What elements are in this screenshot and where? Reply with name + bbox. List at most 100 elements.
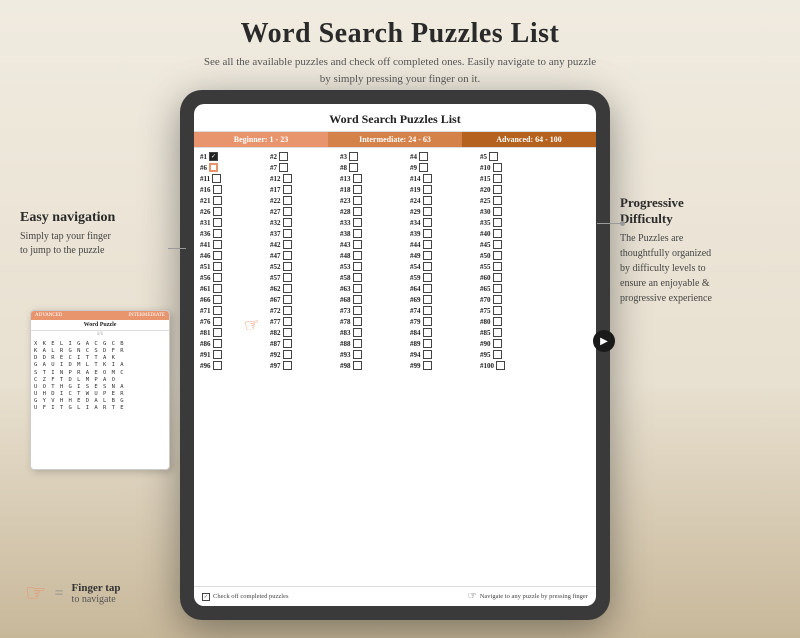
puzzle-cell[interactable]: #68 xyxy=(340,295,408,304)
puzzle-checkbox[interactable] xyxy=(423,240,432,249)
puzzle-checkbox[interactable] xyxy=(283,185,292,194)
puzzle-cell[interactable]: #34 xyxy=(410,218,478,227)
puzzle-checkbox[interactable] xyxy=(423,251,432,260)
puzzle-checkbox[interactable] xyxy=(283,350,292,359)
puzzle-checkbox[interactable] xyxy=(283,273,292,282)
puzzle-checkbox[interactable] xyxy=(213,295,222,304)
puzzle-cell[interactable]: #65 xyxy=(480,284,548,293)
puzzle-cell[interactable]: #41 xyxy=(200,240,268,249)
puzzle-checkbox[interactable] xyxy=(209,163,218,172)
puzzle-checkbox[interactable] xyxy=(353,284,362,293)
puzzle-checkbox[interactable] xyxy=(213,306,222,315)
puzzle-cell[interactable]: #2 xyxy=(270,152,338,161)
puzzle-cell[interactable]: #83 xyxy=(340,328,408,337)
puzzle-checkbox[interactable] xyxy=(353,295,362,304)
puzzle-checkbox[interactable] xyxy=(283,218,292,227)
puzzle-checkbox[interactable] xyxy=(279,152,288,161)
puzzle-cell[interactable]: #54 xyxy=(410,262,478,271)
puzzle-cell[interactable]: #93 xyxy=(340,350,408,359)
puzzle-cell[interactable]: #38 xyxy=(340,229,408,238)
puzzle-checkbox[interactable] xyxy=(423,361,432,370)
puzzle-cell[interactable]: #10 xyxy=(480,163,548,172)
puzzle-checkbox[interactable] xyxy=(283,295,292,304)
puzzle-cell[interactable]: #19 xyxy=(410,185,478,194)
puzzle-cell[interactable]: #15 xyxy=(480,174,548,183)
puzzle-checkbox[interactable] xyxy=(353,328,362,337)
puzzle-checkbox[interactable] xyxy=(493,229,502,238)
puzzle-checkbox[interactable] xyxy=(353,185,362,194)
puzzle-cell[interactable]: #75 xyxy=(480,306,548,315)
puzzle-checkbox[interactable] xyxy=(213,361,222,370)
puzzle-checkbox[interactable]: ✓ xyxy=(209,152,218,161)
puzzle-checkbox[interactable] xyxy=(353,339,362,348)
puzzle-cell[interactable]: #32 xyxy=(270,218,338,227)
puzzle-cell[interactable]: #44 xyxy=(410,240,478,249)
puzzle-checkbox[interactable] xyxy=(353,207,362,216)
puzzle-cell[interactable]: #6 xyxy=(200,163,268,172)
puzzle-checkbox[interactable] xyxy=(213,350,222,359)
puzzle-cell[interactable]: #8 xyxy=(340,163,408,172)
puzzle-cell[interactable]: #22 xyxy=(270,196,338,205)
puzzle-checkbox[interactable] xyxy=(423,196,432,205)
puzzle-cell[interactable]: #63 xyxy=(340,284,408,293)
puzzle-checkbox[interactable] xyxy=(353,218,362,227)
puzzle-checkbox[interactable] xyxy=(423,350,432,359)
puzzle-cell[interactable]: #17 xyxy=(270,185,338,194)
puzzle-cell[interactable]: #100 xyxy=(480,361,548,370)
puzzle-cell[interactable]: #80 xyxy=(480,317,548,326)
puzzle-cell[interactable]: #52 xyxy=(270,262,338,271)
puzzle-cell[interactable]: #99 xyxy=(410,361,478,370)
puzzle-checkbox[interactable] xyxy=(213,284,222,293)
puzzle-checkbox[interactable] xyxy=(423,218,432,227)
puzzle-checkbox[interactable] xyxy=(213,317,222,326)
puzzle-checkbox[interactable] xyxy=(419,152,428,161)
puzzle-checkbox[interactable] xyxy=(353,174,362,183)
puzzle-checkbox[interactable] xyxy=(493,317,502,326)
puzzle-checkbox[interactable] xyxy=(212,174,221,183)
puzzle-checkbox[interactable] xyxy=(353,229,362,238)
puzzle-checkbox[interactable] xyxy=(423,306,432,315)
puzzle-cell[interactable]: #20 xyxy=(480,185,548,194)
puzzle-checkbox[interactable] xyxy=(213,229,222,238)
puzzle-checkbox[interactable] xyxy=(213,196,222,205)
puzzle-checkbox[interactable] xyxy=(279,163,288,172)
puzzle-cell[interactable]: #1✓ xyxy=(200,152,268,161)
puzzle-checkbox[interactable] xyxy=(493,196,502,205)
puzzle-cell[interactable]: #7 xyxy=(270,163,338,172)
puzzle-checkbox[interactable] xyxy=(493,207,502,216)
puzzle-cell[interactable]: #66 xyxy=(200,295,268,304)
puzzle-checkbox[interactable] xyxy=(423,295,432,304)
puzzle-cell[interactable]: #85 xyxy=(480,328,548,337)
puzzle-checkbox[interactable] xyxy=(423,207,432,216)
puzzle-cell[interactable]: #49 xyxy=(410,251,478,260)
puzzle-cell[interactable]: #59 xyxy=(410,273,478,282)
puzzle-cell[interactable]: #12 xyxy=(270,174,338,183)
puzzle-cell[interactable]: #37 xyxy=(270,229,338,238)
puzzle-checkbox[interactable] xyxy=(213,240,222,249)
puzzle-checkbox[interactable] xyxy=(283,229,292,238)
puzzle-checkbox[interactable] xyxy=(496,361,505,370)
puzzle-cell[interactable]: #77 xyxy=(270,317,338,326)
puzzle-cell[interactable]: #36 xyxy=(200,229,268,238)
puzzle-cell[interactable]: #9 xyxy=(410,163,478,172)
puzzle-cell[interactable]: #30 xyxy=(480,207,548,216)
puzzle-checkbox[interactable] xyxy=(213,328,222,337)
puzzle-cell[interactable]: #31 xyxy=(200,218,268,227)
puzzle-cell[interactable]: #14 xyxy=(410,174,478,183)
puzzle-checkbox[interactable] xyxy=(353,262,362,271)
puzzle-checkbox[interactable] xyxy=(283,361,292,370)
puzzle-checkbox[interactable] xyxy=(283,251,292,260)
puzzle-checkbox[interactable] xyxy=(493,306,502,315)
puzzle-checkbox[interactable] xyxy=(213,262,222,271)
puzzle-cell[interactable]: #86 xyxy=(200,339,268,348)
puzzle-cell[interactable]: #78 xyxy=(340,317,408,326)
puzzle-checkbox[interactable] xyxy=(283,339,292,348)
puzzle-cell[interactable]: #25 xyxy=(480,196,548,205)
puzzle-checkbox[interactable] xyxy=(283,196,292,205)
puzzle-cell[interactable]: #60 xyxy=(480,273,548,282)
puzzle-checkbox[interactable] xyxy=(423,284,432,293)
puzzle-cell[interactable]: #79 xyxy=(410,317,478,326)
puzzle-checkbox[interactable] xyxy=(493,339,502,348)
puzzle-checkbox[interactable] xyxy=(493,251,502,260)
puzzle-checkbox[interactable] xyxy=(493,240,502,249)
